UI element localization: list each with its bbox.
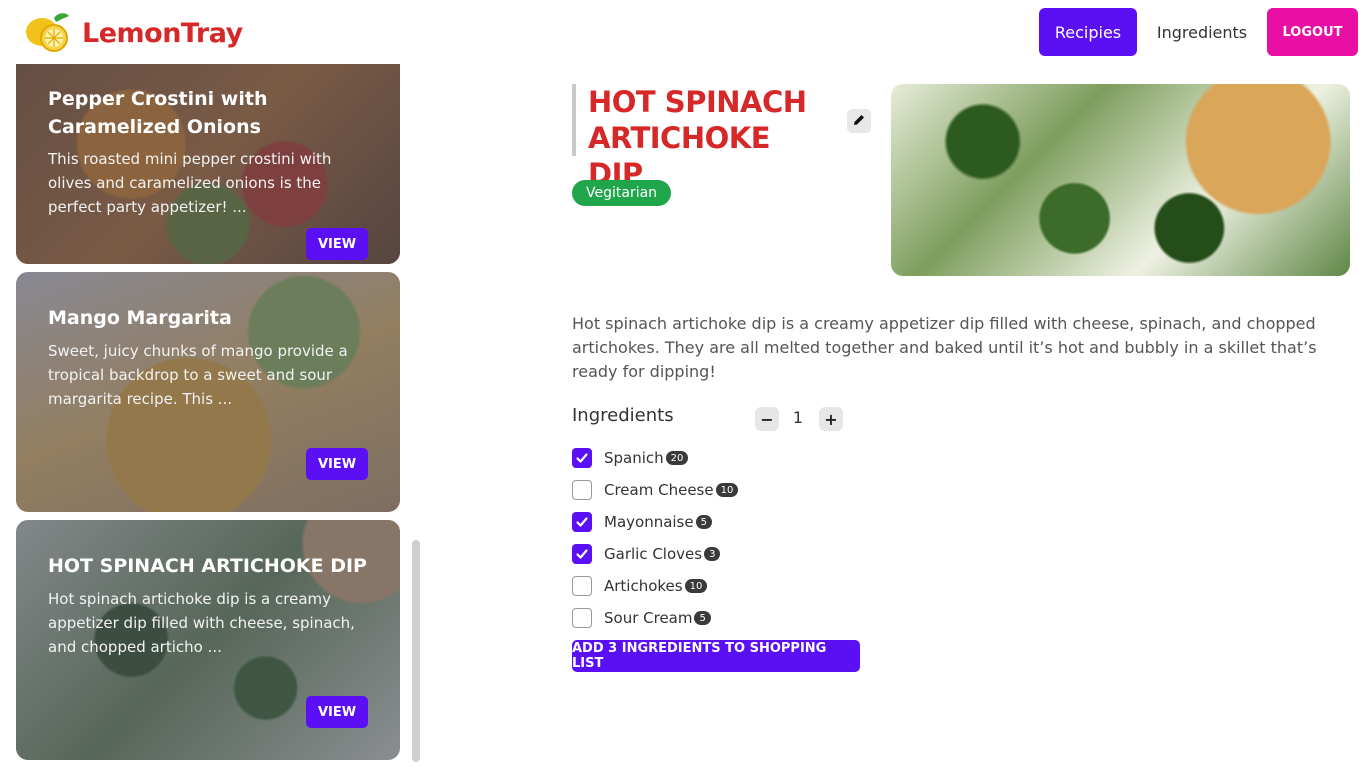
top-navbar: LemonTray Recipies Ingredients LOGOUT (0, 0, 1366, 64)
edit-recipe-button[interactable] (847, 109, 871, 133)
recipe-card-description: This roasted mini pepper crostini with o… (48, 150, 332, 216)
logout-button[interactable]: LOGOUT (1267, 8, 1358, 56)
recipe-card-description: Sweet, juicy chunks of mango provide a t… (48, 342, 348, 408)
quantity-value: 1 (792, 408, 804, 427)
recipe-card[interactable]: HOT SPINACH ARTICHOKE DIP Hot spinach ar… (16, 520, 400, 760)
ingredient-name: Sour Cream (604, 609, 693, 627)
checkmark-icon (576, 453, 588, 463)
ingredient-name: Mayonnaise (604, 513, 694, 531)
recipe-card[interactable]: Pepper Crostini with Caramelized Onions … (16, 64, 400, 264)
nav-ingredients-link[interactable]: Ingredients (1149, 8, 1255, 56)
ingredient-count-badge: 3 (704, 547, 721, 561)
checkmark-icon (576, 549, 588, 559)
recipe-description: Hot spinach artichoke dip is a creamy ap… (572, 314, 1317, 381)
nav-recipes-button[interactable]: Recipies (1039, 8, 1137, 56)
ingredient-checkbox[interactable] (572, 608, 592, 628)
recipe-card-title: HOT SPINACH ARTICHOKE DIP (48, 555, 367, 577)
ingredient-checkbox[interactable] (572, 512, 592, 532)
ingredient-name: Spanich (604, 449, 664, 467)
ingredient-row[interactable]: Mayonnaise 5 (572, 510, 712, 534)
recipe-card-title: Pepper Crostini with Caramelized Onions (48, 88, 268, 138)
ingredient-row[interactable]: Garlic Cloves 3 (572, 542, 721, 566)
ingredient-count-badge: 10 (684, 579, 708, 593)
recipe-card-title: Mango Margarita (48, 307, 232, 329)
ingredient-checkbox[interactable] (572, 448, 592, 468)
ingredient-row[interactable]: Spanich 20 (572, 446, 689, 470)
ingredient-checkbox[interactable] (572, 544, 592, 564)
ingredient-name: Garlic Cloves (604, 545, 703, 563)
ingredient-name: Cream Cheese (604, 481, 714, 499)
checkmark-icon (576, 517, 588, 527)
recipe-title-block: HOT SPINACH ARTICHOKE DIP (572, 84, 832, 191)
ingredient-count-badge: 10 (715, 483, 739, 497)
lemon-logo-icon (24, 12, 72, 54)
ingredient-count-badge: 5 (694, 611, 711, 625)
ingredient-row[interactable]: Cream Cheese 10 (572, 478, 739, 502)
brand-name: LemonTray (82, 17, 243, 49)
increase-quantity-button[interactable]: + (819, 407, 843, 431)
recipe-card[interactable]: Mango Margarita Sweet, juicy chunks of m… (16, 272, 400, 512)
view-recipe-button[interactable]: VIEW (306, 696, 368, 728)
ingredient-checkbox[interactable] (572, 480, 592, 500)
ingredients-heading: Ingredients (572, 405, 674, 426)
recipe-title: HOT SPINACH ARTICHOKE DIP (588, 85, 807, 191)
add-to-shopping-list-button[interactable]: ADD 3 INGREDIENTS TO SHOPPING LIST (572, 640, 860, 672)
ingredient-count-badge: 20 (665, 451, 689, 465)
ingredient-name: Artichokes (604, 577, 683, 595)
ingredient-row[interactable]: Artichokes 10 (572, 574, 708, 598)
recipe-hero-image (891, 84, 1350, 276)
view-recipe-button[interactable]: VIEW (306, 228, 368, 260)
recipe-list-scrollbar[interactable] (412, 540, 420, 762)
pencil-icon (852, 112, 866, 131)
ingredient-count-badge: 5 (695, 515, 712, 529)
decrease-quantity-button[interactable]: − (755, 407, 779, 431)
ingredient-checkbox[interactable] (572, 576, 592, 596)
ingredient-row[interactable]: Sour Cream 5 (572, 606, 711, 630)
recipe-card-description: Hot spinach artichoke dip is a creamy ap… (48, 590, 355, 656)
logo[interactable]: LemonTray (24, 12, 243, 54)
view-recipe-button[interactable]: VIEW (306, 448, 368, 480)
diet-tag-badge: Vegitarian (572, 180, 672, 206)
